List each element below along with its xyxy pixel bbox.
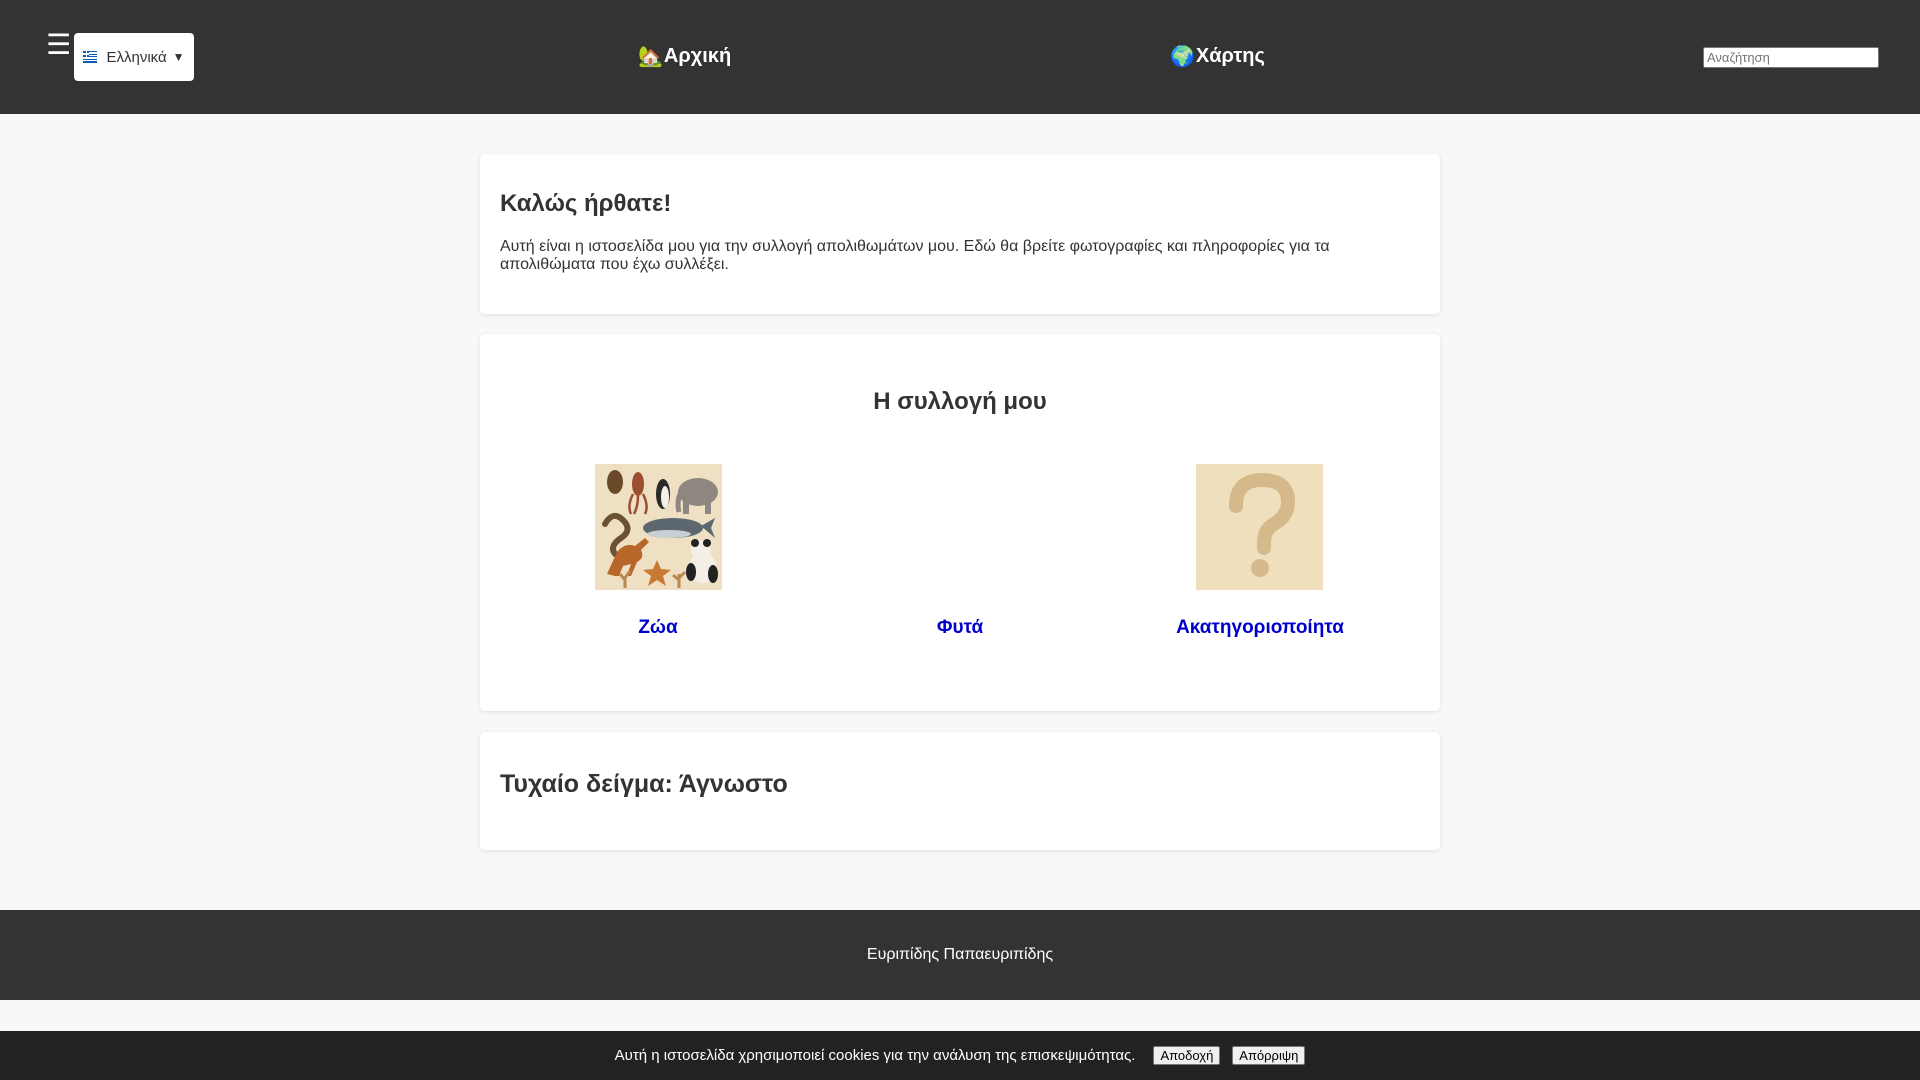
nav-map-label: Χάρτης — [1195, 45, 1265, 67]
welcome-text: Αυτή είναι η ιστοσελίδα μου για την συλλ… — [500, 238, 1330, 273]
category-link-plants[interactable]: Φυτά — [810, 617, 1110, 639]
footer-author: Ευριπίδης Παπαευριπίδης — [866, 946, 1054, 963]
hamburger-menu-icon[interactable]: ☰ — [46, 30, 71, 60]
random-sample-card: Τυχαίο δείγμα: Άγνωστο — [480, 732, 1440, 850]
nav-home-link[interactable]: 🏡 Αρχική — [638, 44, 731, 69]
question-mark-category-image[interactable] — [1196, 464, 1323, 590]
nav-home-label: Αρχική — [663, 45, 732, 67]
chevron-down-icon: ▼ — [172, 50, 185, 64]
collection-card: Η συλλογή μου Ζώα Φυτά Ακατηγοριοποίητα — [480, 334, 1440, 711]
animals-category-image[interactable] — [595, 464, 722, 590]
category-link-animals[interactable]: Ζώα — [508, 617, 808, 639]
nav-map-link[interactable]: 🌍 Χάρτης — [1170, 44, 1265, 69]
cookie-reject-button[interactable]: Απόρριψη — [1232, 1046, 1306, 1065]
cookie-accept-button[interactable]: Αποδοχή — [1153, 1046, 1221, 1065]
greek-flag-icon — [83, 51, 98, 63]
cookie-message: Αυτή η ιστοσελίδα χρησιμοποιεί cookies γ… — [614, 1047, 1136, 1064]
welcome-title: Καλώς ήρθατε! — [500, 190, 672, 217]
welcome-card: Καλώς ήρθατε! Αυτή είναι η ιστοσελίδα μο… — [480, 154, 1440, 314]
cookie-banner: Αυτή η ιστοσελίδα χρησιμοποιεί cookies γ… — [0, 1031, 1920, 1080]
language-label: Ελληνικά — [106, 48, 167, 66]
site-footer: Ευριπίδης Παπαευριπίδης — [0, 910, 1920, 1000]
globe-icon: 🌍 — [1170, 46, 1195, 68]
random-sample-title: Τυχαίο δείγμα: Άγνωστο — [500, 770, 788, 798]
search-input[interactable] — [1703, 47, 1879, 68]
site-header: ☰ Ελληνικά ▼ 🏡 Αρχική 🌍 Χάρτης — [0, 0, 1920, 114]
house-icon: 🏡 — [638, 46, 663, 68]
category-link-uncategorized[interactable]: Ακατηγοριοποίητα — [1110, 617, 1410, 639]
collection-title: Η συλλογή μου — [873, 388, 1047, 415]
language-selector[interactable]: Ελληνικά ▼ — [74, 33, 194, 81]
